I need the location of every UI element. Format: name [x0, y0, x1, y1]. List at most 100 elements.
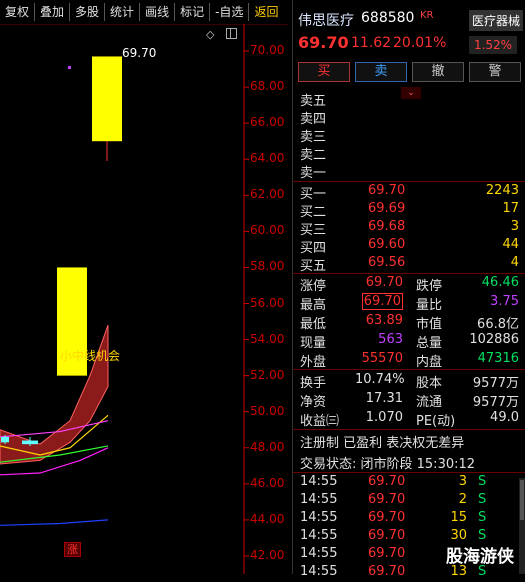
- tick-price: 69.70: [368, 564, 406, 579]
- bid-level-label: 买四: [300, 241, 327, 256]
- stock-tag: KR: [420, 10, 434, 21]
- tick-time: 14:55: [300, 510, 338, 525]
- sector-change: 1.52%: [469, 36, 517, 54]
- candlestick-chart[interactable]: 70.00 68.00 66.00 64.00 62.00 60.00 58.00 56.00…: [0, 24, 288, 574]
- stat-value: 3.75: [490, 294, 519, 309]
- last-price: 69.70: [298, 33, 349, 52]
- stat-value: 47316: [477, 351, 519, 366]
- tick-volume: 15: [450, 510, 467, 525]
- toolbar-item[interactable]: 画线: [140, 3, 176, 21]
- ask-level-label: 卖五: [300, 94, 327, 109]
- chart-canvas: [0, 24, 249, 574]
- y-tick-label: 44.00: [250, 511, 285, 526]
- bid-level-row[interactable]: 买五 69.56 4: [293, 255, 525, 274]
- stat-row: 外盘 55570 内盘 47316: [293, 351, 525, 370]
- stat-value: 49.0: [490, 410, 519, 425]
- tick-row: 14:55 69.70 2 S: [293, 492, 525, 510]
- stock-code: 688580: [361, 10, 415, 26]
- y-tick-label: 52.00: [250, 367, 285, 382]
- y-tick-label: 46.00: [250, 475, 285, 490]
- stat-row: 净资 17.31 流通 9577万: [293, 391, 525, 410]
- tick-side: S: [478, 510, 487, 525]
- tick-price: 69.70: [368, 492, 406, 507]
- toolbar-item[interactable]: 复权: [0, 3, 36, 21]
- toolbar-item[interactable]: 叠加: [35, 3, 71, 21]
- y-tick-label: 60.00: [250, 223, 285, 238]
- bid-level-row[interactable]: 买一 69.70 2243: [293, 183, 525, 202]
- stock-header: 伟思医疗 688580 KR 医疗器械 1.52% 69.70 11.62 20…: [293, 0, 525, 54]
- bid-price: 69.70: [368, 183, 406, 198]
- tick-volume: 2: [458, 492, 467, 507]
- bid-level-label: 买五: [300, 259, 327, 274]
- ask-level-label: 卖一: [300, 166, 327, 181]
- toolbar-item[interactable]: 多股: [70, 3, 106, 21]
- limit-up-badge: 涨: [64, 542, 81, 557]
- bid-volume: 44: [502, 237, 519, 252]
- stat-label: 总量: [416, 336, 443, 351]
- bid-price: 69.56: [368, 255, 406, 270]
- stat-label: 收益㈢: [300, 414, 340, 429]
- y-tick-label: 66.00: [250, 115, 285, 130]
- stat-row: 换手 10.74% 股本 9577万: [293, 372, 525, 391]
- stat-row: 最低 63.89 市值 66.8亿: [293, 313, 525, 332]
- diamond-icon[interactable]: ◇: [206, 28, 214, 41]
- y-tick-label: 48.00: [250, 439, 285, 454]
- y-tick-label: 64.00: [250, 151, 285, 166]
- y-tick-label: 58.00: [250, 259, 285, 274]
- marker-dot: [68, 66, 71, 69]
- stat-label: 涨停: [300, 279, 327, 294]
- bid-volume: 17: [502, 201, 519, 216]
- tick-side: S: [478, 474, 487, 489]
- cancel-order-button[interactable]: 撤: [412, 62, 464, 82]
- stat-value: 17.31: [365, 391, 403, 406]
- tick-scrollbar[interactable]: [519, 478, 525, 574]
- toolbar-item[interactable]: 返回: [249, 3, 283, 21]
- buy-button[interactable]: 买: [298, 62, 350, 82]
- stat-row: 现量 563 总量 102886: [293, 332, 525, 351]
- price-change: 11.62: [351, 35, 392, 51]
- stat-label: 最高: [300, 298, 327, 313]
- stat-label: 净资: [300, 395, 327, 410]
- stat-value: 46.46: [481, 275, 519, 290]
- chart-toolbar: 复权 叠加 多股 统计 画线 标记 -自选 返回: [0, 0, 288, 25]
- ma-line-blue: [0, 519, 109, 526]
- stat-value: 10.74%: [355, 372, 405, 387]
- stat-label: 换手: [300, 376, 327, 391]
- collapse-chevron-icon[interactable]: ⌄: [401, 87, 421, 99]
- bid-volume: 3: [510, 219, 519, 234]
- trade-status: 交易状态: 闭市阶段 15:30:12: [300, 457, 476, 472]
- divider: [293, 429, 525, 430]
- bid-level-row[interactable]: 买二 69.69 17: [293, 201, 525, 220]
- quote-panel: 伟思医疗 688580 KR 医疗器械 1.52% 69.70 11.62 20…: [292, 0, 525, 579]
- y-tick-label: 54.00: [250, 331, 285, 346]
- bid-level-label: 买三: [300, 223, 327, 238]
- divider: [293, 181, 525, 182]
- divider: [293, 273, 525, 274]
- bid-volume: 4: [510, 255, 519, 270]
- bid-level-label: 买一: [300, 187, 327, 202]
- layout-toggle-icon[interactable]: [226, 28, 237, 39]
- tick-row: 14:55 69.70 15 S: [293, 510, 525, 528]
- tick-time: 14:55: [300, 474, 338, 489]
- toolbar-item[interactable]: -自选: [210, 3, 250, 21]
- tick-volume: 30: [450, 528, 467, 543]
- tick-time: 14:55: [300, 546, 338, 561]
- stat-value: 9577万: [472, 376, 519, 391]
- stat-value: 55570: [361, 351, 403, 366]
- trade-buttons: 买 卖 撤 警: [298, 62, 523, 82]
- bid-level-row[interactable]: 买三 69.68 3: [293, 219, 525, 238]
- bid-level-row[interactable]: 买四 69.60 44: [293, 237, 525, 256]
- sector-button[interactable]: 医疗器械: [469, 10, 524, 31]
- divider: [293, 472, 525, 473]
- stat-row: 最高 69.70 量比 3.75: [293, 293, 525, 313]
- toolbar-item[interactable]: 标记: [175, 3, 211, 21]
- sell-button[interactable]: 卖: [355, 62, 407, 82]
- tick-volume: 3: [458, 474, 467, 489]
- ma-band: [0, 324, 109, 465]
- bid-level-label: 买二: [300, 205, 327, 220]
- watermark: 股海游侠: [446, 547, 514, 567]
- stat-value: 9577万: [472, 395, 519, 410]
- toolbar-item[interactable]: 统计: [105, 3, 141, 21]
- stat-value: 66.8亿: [477, 317, 519, 332]
- alert-button[interactable]: 警: [469, 62, 521, 82]
